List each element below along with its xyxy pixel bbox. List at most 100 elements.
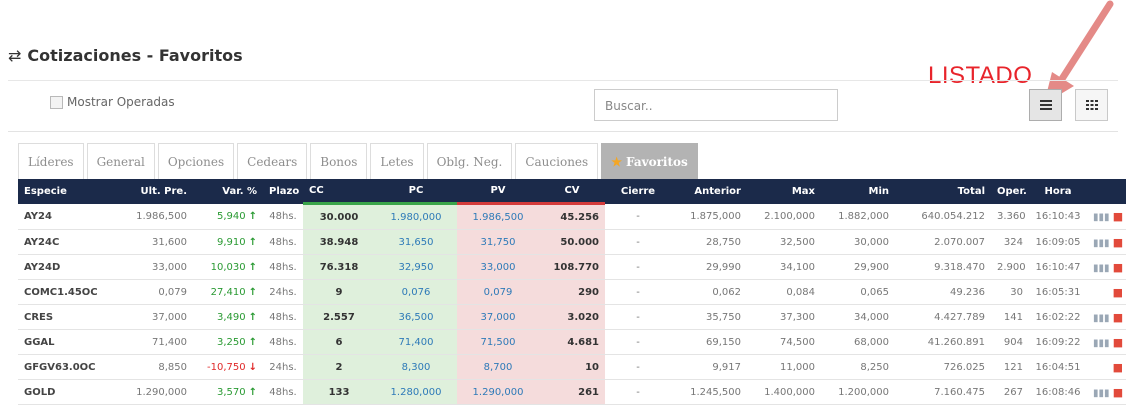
ult-pre-cell: 1.986,500 bbox=[113, 203, 193, 230]
table-row[interactable]: CRES 37,000 3,490 ↑ 48hs. 2.557 36,500 37,000 3.… bbox=[18, 304, 1126, 330]
table-row[interactable]: AY24C 31,600 9,910 ↑ 48hs. 38.948 31,650 31,750… bbox=[18, 229, 1126, 255]
actions-cell: ▮▮▮ ■ bbox=[1087, 229, 1126, 255]
especie-cell: AY24C bbox=[18, 229, 113, 255]
var-value: 27,410 bbox=[210, 286, 246, 298]
pv-cell: 33,000 bbox=[457, 254, 539, 280]
oper-cell: 121 bbox=[991, 354, 1029, 380]
pv-cell: 71,500 bbox=[457, 329, 539, 355]
cierre-cell: - bbox=[605, 379, 671, 405]
trash-icon[interactable]: ■ bbox=[1113, 336, 1123, 349]
oper-cell: 2.900 bbox=[991, 254, 1029, 280]
col-hora[interactable]: Hora bbox=[1029, 179, 1087, 204]
search-input[interactable]: Buscar.. bbox=[594, 89, 838, 121]
hora-cell: 16:05:31 bbox=[1029, 279, 1087, 305]
col-total[interactable]: Total bbox=[895, 179, 991, 204]
cv-cell: 50.000 bbox=[539, 229, 605, 255]
bar-chart-icon[interactable]: ▮▮▮ bbox=[1093, 238, 1113, 249]
col-especie[interactable]: Especie bbox=[18, 179, 113, 204]
tab-cauciones[interactable]: Cauciones bbox=[515, 143, 599, 179]
table-row[interactable]: AY24 1.986,500 5,940 ↑ 48hs. 30.000 1.980,000 1… bbox=[18, 203, 1126, 230]
bar-chart-icon[interactable]: ▮▮▮ bbox=[1093, 313, 1113, 324]
cv-cell: 3.020 bbox=[539, 304, 605, 330]
table-row[interactable]: AY24D 33,000 10,030 ↑ 48hs. 76.318 32,950 33,00… bbox=[18, 254, 1126, 280]
table-row[interactable]: GOLD 1.290,000 3,570 ↑ 48hs. 133 1.280,000 1.29… bbox=[18, 379, 1126, 405]
cc-cell: 2 bbox=[303, 354, 375, 380]
cc-cell: 30.000 bbox=[303, 203, 375, 230]
col-oper[interactable]: Oper. bbox=[991, 179, 1029, 204]
cierre-cell: - bbox=[605, 203, 671, 230]
trash-icon[interactable]: ■ bbox=[1113, 261, 1123, 274]
trash-icon[interactable]: ■ bbox=[1113, 210, 1123, 223]
cc-cell: 2.557 bbox=[303, 304, 375, 330]
tab-bonos[interactable]: Bonos bbox=[310, 143, 368, 179]
table-row[interactable]: GGAL 71,400 3,250 ↑ 48hs. 6 71,400 71,500 4.681-… bbox=[18, 329, 1126, 355]
list-view-button[interactable] bbox=[1029, 89, 1062, 121]
bar-chart-icon[interactable]: ▮▮▮ bbox=[1093, 338, 1113, 349]
trash-icon[interactable]: ■ bbox=[1113, 386, 1123, 399]
col-pv[interactable]: PV bbox=[457, 179, 539, 205]
table-row[interactable]: COMC1.45OC 0,079 27,410 ↑ 24hs. 9 0,076 0,079 29… bbox=[18, 279, 1126, 305]
col-cv[interactable]: CV bbox=[539, 179, 605, 205]
bar-chart-icon[interactable]: ▮▮▮ bbox=[1093, 388, 1113, 399]
bar-chart-icon[interactable]: ▮▮▮ bbox=[1093, 263, 1113, 274]
trash-icon[interactable]: ■ bbox=[1113, 311, 1123, 324]
tab-general[interactable]: General bbox=[86, 143, 155, 179]
col-cc[interactable]: CC bbox=[303, 179, 375, 205]
col-cierre[interactable]: Cierre bbox=[605, 179, 671, 204]
total-cell: 41.260.891 bbox=[895, 329, 991, 355]
col-ult-pre[interactable]: Ult. Pre. bbox=[113, 179, 193, 204]
var-cell: 27,410 ↑ bbox=[193, 279, 263, 305]
ult-pre-cell: 37,000 bbox=[113, 304, 193, 330]
total-cell: 7.160.475 bbox=[895, 379, 991, 405]
arrow-up-icon: ↑ bbox=[248, 336, 257, 348]
table-row[interactable]: GFGV63.0OC 8,850 -10,750 ↓ 24hs. 2 8,300 8,700 1… bbox=[18, 354, 1126, 380]
var-cell: 3,490 ↑ bbox=[193, 304, 263, 330]
exchange-arrows-icon: ⇄ bbox=[8, 46, 22, 65]
plazo-cell: 48hs. bbox=[263, 379, 303, 405]
col-max[interactable]: Max bbox=[747, 179, 821, 204]
cierre-cell: - bbox=[605, 229, 671, 255]
col-pc[interactable]: PC bbox=[375, 179, 457, 205]
anterior-cell: 35,750 bbox=[671, 304, 747, 330]
cv-cell: 290 bbox=[539, 279, 605, 305]
tab-cedears[interactable]: Cedears bbox=[237, 143, 308, 179]
actions-cell: ■ bbox=[1087, 279, 1126, 305]
especie-cell: CRES bbox=[18, 304, 113, 330]
actions-cell: ▮▮▮ ■ bbox=[1087, 203, 1126, 230]
especie-cell: GOLD bbox=[18, 379, 113, 405]
col-var[interactable]: Var. % bbox=[193, 179, 263, 204]
tab-opciones[interactable]: Opciones bbox=[157, 143, 235, 179]
cierre-cell: - bbox=[605, 254, 671, 280]
page-title-text: Cotizaciones - Favoritos bbox=[27, 46, 243, 65]
total-cell: 2.070.007 bbox=[895, 229, 991, 255]
arrow-up-icon: ↑ bbox=[248, 236, 257, 248]
max-cell: 74,500 bbox=[747, 329, 821, 355]
trash-icon[interactable]: ■ bbox=[1113, 236, 1123, 249]
grid-icon bbox=[1085, 100, 1098, 110]
min-cell: 1.882,000 bbox=[821, 203, 895, 230]
tab-lideres[interactable]: Líderes bbox=[18, 143, 84, 179]
trash-icon[interactable]: ■ bbox=[1113, 361, 1123, 374]
star-icon: ★ bbox=[611, 154, 622, 169]
cierre-cell: - bbox=[605, 329, 671, 355]
pc-cell: 31,650 bbox=[375, 229, 457, 255]
ult-pre-cell: 31,600 bbox=[113, 229, 193, 255]
var-cell: 9,910 ↑ bbox=[193, 229, 263, 255]
mostrar-operadas-checkbox[interactable]: Mostrar Operadas bbox=[50, 95, 175, 109]
max-cell: 1.400,000 bbox=[747, 379, 821, 405]
col-min[interactable]: Min bbox=[821, 179, 895, 204]
max-cell: 34,100 bbox=[747, 254, 821, 280]
checkbox-icon[interactable] bbox=[50, 95, 63, 109]
pc-cell: 36,500 bbox=[375, 304, 457, 330]
plazo-cell: 24hs. bbox=[263, 279, 303, 305]
tab-oblg-neg[interactable]: Oblg. Neg. bbox=[426, 143, 513, 179]
tab-letes[interactable]: Letes bbox=[370, 143, 424, 179]
tab-favoritos[interactable]: ★ Favoritos bbox=[601, 143, 698, 179]
bar-chart-icon[interactable]: ▮▮▮ bbox=[1093, 212, 1113, 223]
col-anterior[interactable]: Anterior bbox=[671, 179, 747, 204]
col-plazo[interactable]: Plazo bbox=[263, 179, 303, 204]
var-cell: 3,570 ↑ bbox=[193, 379, 263, 405]
arrow-up-icon: ↑ bbox=[248, 311, 257, 323]
trash-icon[interactable]: ■ bbox=[1113, 286, 1123, 299]
grid-view-button[interactable] bbox=[1075, 89, 1108, 121]
